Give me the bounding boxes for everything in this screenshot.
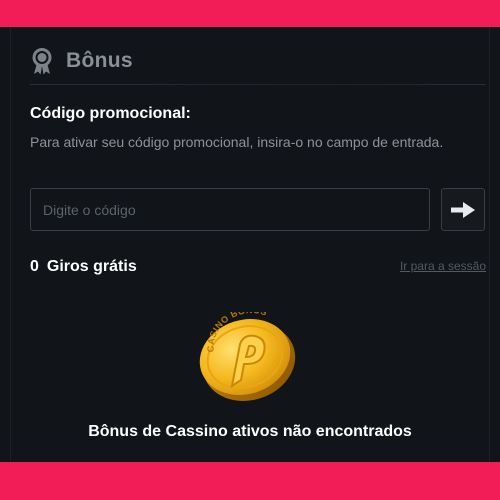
bonus-header: Bônus	[30, 46, 133, 76]
promo-code-title: Código promocional:	[30, 105, 191, 122]
promo-code-input[interactable]	[30, 188, 430, 231]
promo-code-description: Para ativar seu código promocional, insi…	[30, 134, 444, 150]
empty-state-message: Bônus de Cassino ativos não encontrados	[88, 423, 412, 440]
go-to-session-link[interactable]: Ir para a sessão	[400, 259, 486, 273]
free-spins-label: Giros grátis	[46, 258, 137, 275]
free-spins-summary: 0 Giros grátis	[30, 258, 137, 276]
page-title: Bônus	[66, 49, 133, 72]
casino-bonus-coin-icon: CASINO BONUS	[199, 312, 296, 401]
free-spins-count: 0	[30, 258, 39, 275]
award-ribbon-icon	[30, 47, 54, 75]
submit-code-button[interactable]	[441, 188, 485, 231]
arrow-right-icon	[451, 201, 475, 218]
header-divider	[30, 84, 486, 85]
